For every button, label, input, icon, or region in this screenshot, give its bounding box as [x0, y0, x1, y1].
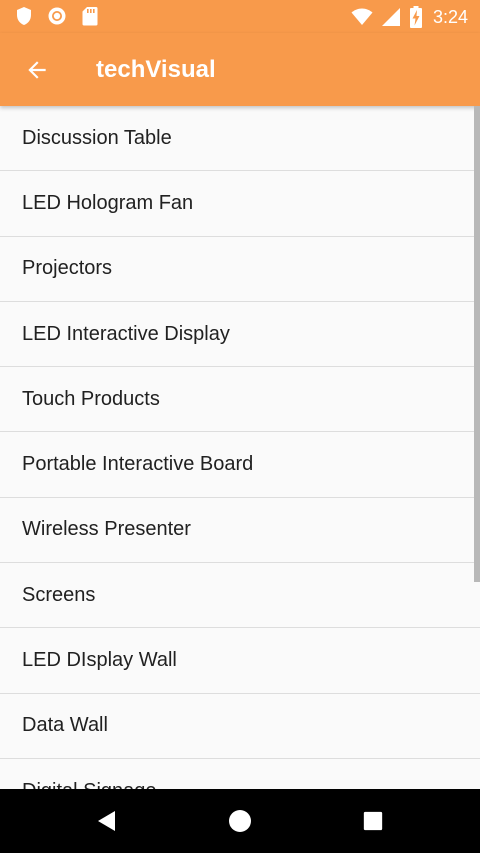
list-item-label: Projectors — [22, 257, 113, 280]
scrollbar-thumb[interactable] — [474, 106, 480, 582]
list-item[interactable]: LED Hologram Fan — [0, 171, 480, 237]
signal-icon — [381, 8, 400, 26]
list-item-label: Screens — [22, 583, 96, 606]
list-item-label: Wireless Presenter — [22, 518, 191, 541]
list-item[interactable]: Screens — [0, 563, 480, 629]
recents-square-icon — [363, 811, 383, 831]
back-button[interactable] — [14, 47, 60, 93]
status-right-icons: 3:24 — [351, 6, 468, 28]
shield-icon — [17, 7, 31, 25]
battery-charging-icon — [409, 6, 422, 28]
list-item-label: LED DIsplay Wall — [22, 649, 177, 672]
wifi-icon — [351, 8, 373, 25]
page-title: techVisual — [96, 56, 216, 83]
home-circle-icon — [229, 810, 251, 832]
nav-home-button[interactable] — [220, 801, 260, 841]
sd-card-icon — [82, 7, 98, 26]
list-item[interactable]: Projectors — [0, 237, 480, 302]
list-item[interactable]: Portable Interactive Board — [0, 432, 480, 498]
record-icon — [48, 7, 66, 25]
list-item-label: LED Interactive Display — [22, 322, 230, 345]
list-item-label: Touch Products — [22, 387, 160, 410]
app-bar: techVisual — [0, 33, 480, 106]
list-item[interactable]: Data Wall — [0, 694, 480, 759]
category-list[interactable]: Discussion Table LED Hologram Fan Projec… — [0, 106, 480, 789]
status-bar: 3:24 — [0, 0, 480, 33]
status-left-icons — [14, 6, 100, 26]
list-item-label: LED Hologram Fan — [22, 191, 194, 214]
arrow-left-icon — [28, 61, 46, 79]
system-nav-bar — [0, 789, 480, 853]
list-item-label: Data Wall — [22, 714, 108, 737]
list-item[interactable]: Wireless Presenter — [0, 498, 480, 564]
list-item[interactable]: LED DIsplay Wall — [0, 628, 480, 694]
list-item[interactable]: Digital Signage — [0, 759, 480, 789]
list-item-label: Discussion Table — [22, 126, 172, 149]
status-time: 3:24 — [432, 7, 468, 27]
nav-back-button[interactable] — [87, 801, 127, 841]
back-triangle-icon — [98, 811, 115, 831]
nav-recents-button[interactable] — [353, 801, 393, 841]
list-item[interactable]: Discussion Table — [0, 106, 480, 172]
list-item-label: Digital Signage — [22, 780, 157, 789]
list-item[interactable]: Touch Products — [0, 367, 480, 433]
list-item[interactable]: LED Interactive Display — [0, 302, 480, 368]
list-item-label: Portable Interactive Board — [22, 453, 254, 476]
